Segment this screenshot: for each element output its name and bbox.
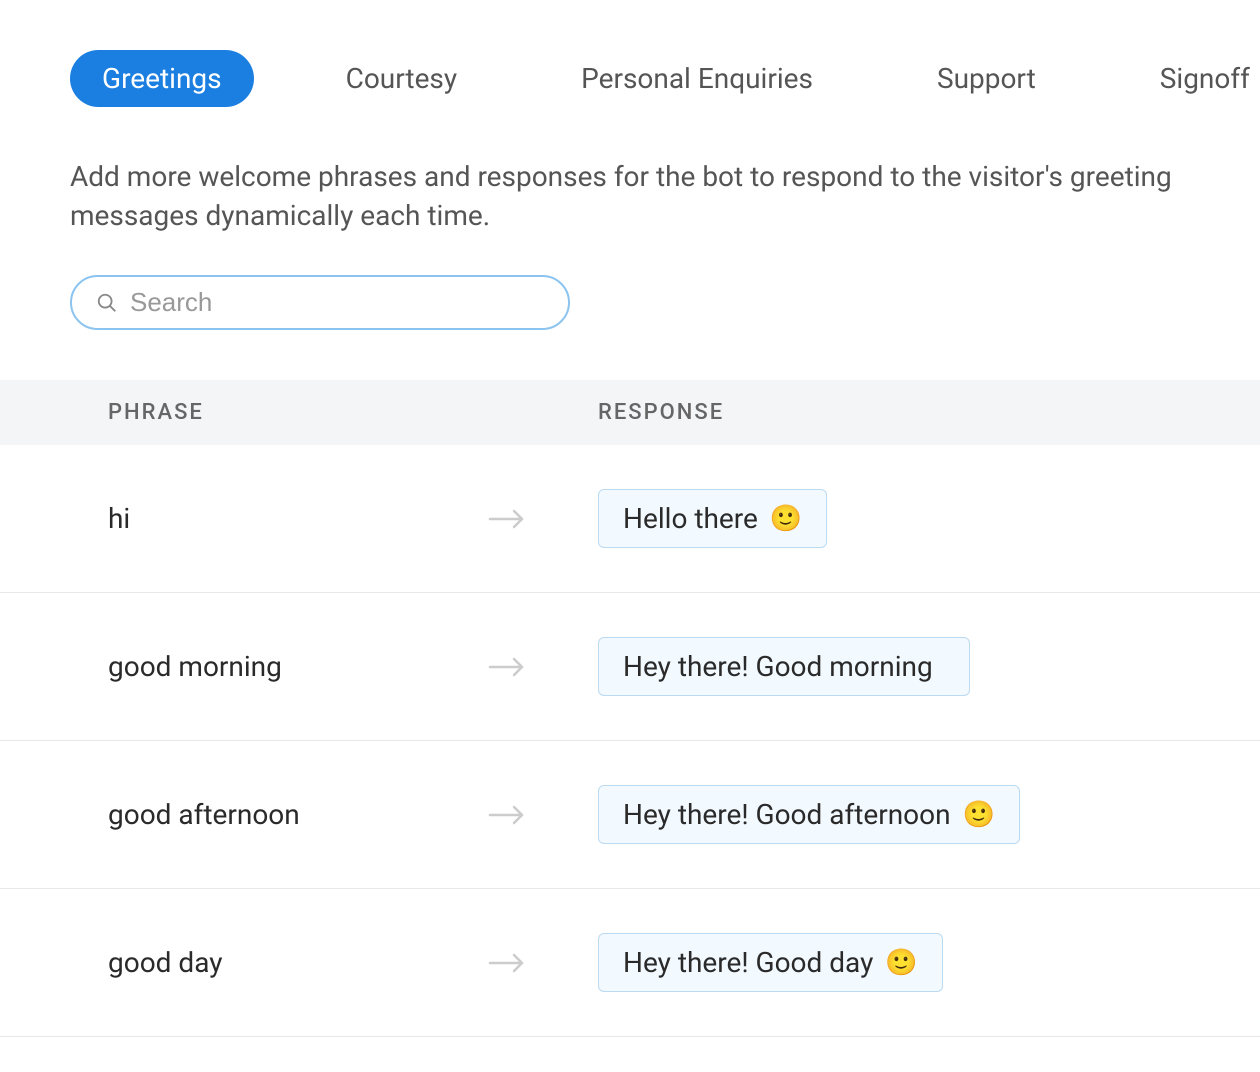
arrow-cell xyxy=(488,655,598,679)
column-header-phrase: PHRASE xyxy=(108,400,598,425)
table-row[interactable]: good afternoon Hey there! Good afternoon… xyxy=(0,741,1260,889)
response-pill[interactable]: Hey there! Good afternoon 🙂 xyxy=(598,785,1020,844)
response-text: Hey there! Good day xyxy=(623,946,873,979)
tabs-bar: Greetings Courtesy Personal Enquiries Su… xyxy=(70,50,1190,107)
arrow-cell xyxy=(488,951,598,975)
tab-support[interactable]: Support xyxy=(905,50,1068,107)
response-pill[interactable]: Hey there! Good day 🙂 xyxy=(598,933,943,992)
table-body: hi Hello there 🙂 good morning xyxy=(0,445,1260,1037)
arrow-right-icon xyxy=(488,655,528,679)
arrow-right-icon xyxy=(488,507,528,531)
emoji-icon: 🙂 xyxy=(963,800,995,830)
response-text: Hey there! Good morning xyxy=(623,650,933,683)
table-row[interactable]: hi Hello there 🙂 xyxy=(0,445,1260,593)
emoji-icon: 🙂 xyxy=(770,504,802,534)
response-cell: Hey there! Good morning xyxy=(598,637,1260,696)
response-text: Hey there! Good afternoon xyxy=(623,798,951,831)
response-cell: Hello there 🙂 xyxy=(598,489,1260,548)
phrase-text: good afternoon xyxy=(108,798,488,831)
response-cell: Hey there! Good afternoon 🙂 xyxy=(598,785,1260,844)
tab-courtesy[interactable]: Courtesy xyxy=(314,50,490,107)
tab-signoff[interactable]: Signoff xyxy=(1128,50,1260,107)
phrase-text: good day xyxy=(108,946,488,979)
response-pill[interactable]: Hey there! Good morning xyxy=(598,637,970,696)
search-field[interactable] xyxy=(70,275,570,330)
phrase-text: hi xyxy=(108,502,488,535)
arrow-right-icon xyxy=(488,951,528,975)
response-cell: Hey there! Good day 🙂 xyxy=(598,933,1260,992)
search-icon xyxy=(96,292,118,314)
emoji-icon: 🙂 xyxy=(885,948,917,978)
description-text: Add more welcome phrases and responses f… xyxy=(70,157,1190,235)
table-header: PHRASE RESPONSE xyxy=(0,380,1260,445)
response-pill[interactable]: Hello there 🙂 xyxy=(598,489,827,548)
column-header-response: RESPONSE xyxy=(598,400,1260,425)
search-input[interactable] xyxy=(130,287,544,318)
response-text: Hello there xyxy=(623,502,758,535)
arrow-right-icon xyxy=(488,803,528,827)
arrow-cell xyxy=(488,507,598,531)
phrase-text: good morning xyxy=(108,650,488,683)
arrow-cell xyxy=(488,803,598,827)
table-row[interactable]: good morning Hey there! Good morning xyxy=(0,593,1260,741)
tab-personal-enquiries[interactable]: Personal Enquiries xyxy=(549,50,845,107)
tab-greetings[interactable]: Greetings xyxy=(70,50,254,107)
table-row[interactable]: good day Hey there! Good day 🙂 xyxy=(0,889,1260,1037)
